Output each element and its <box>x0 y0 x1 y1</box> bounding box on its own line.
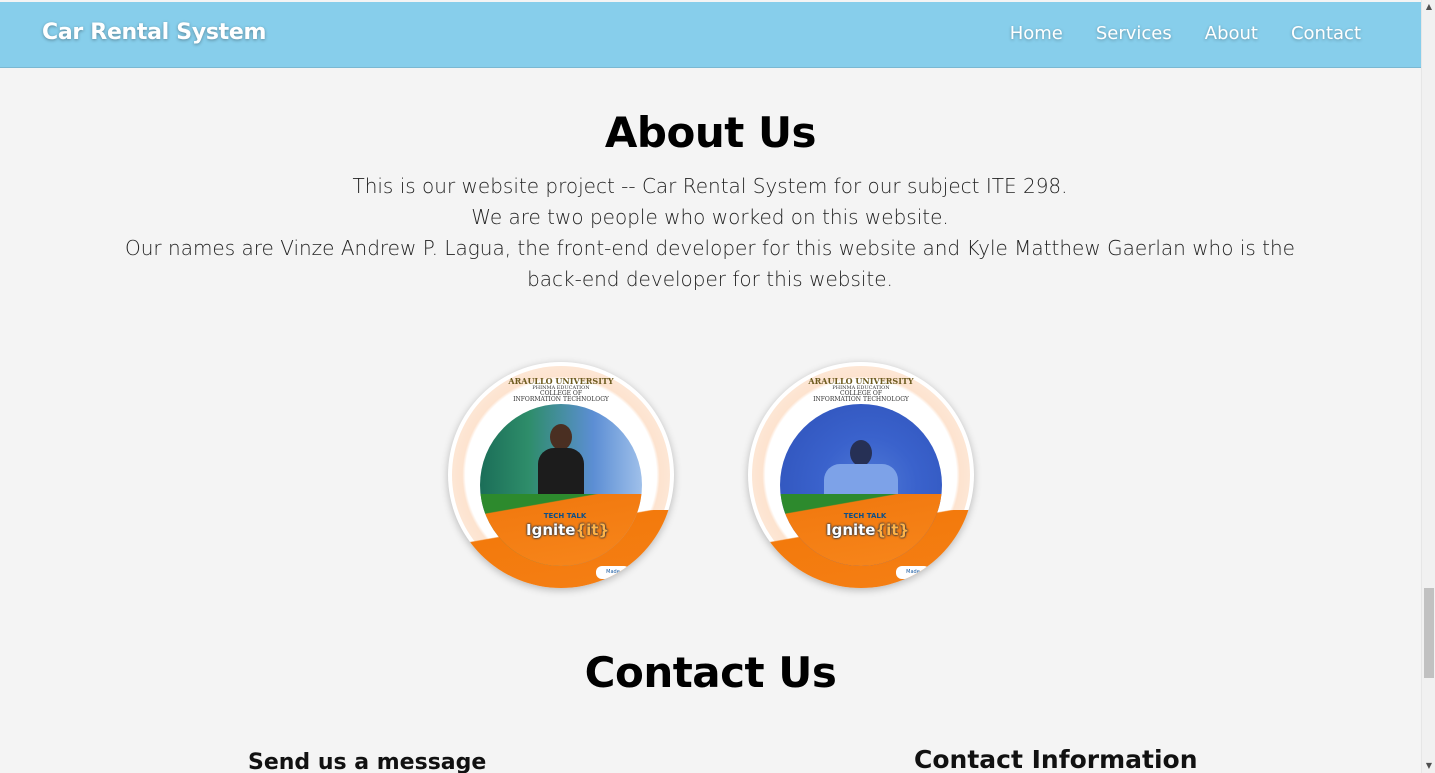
nav-link-home[interactable]: Home <box>1010 23 1063 44</box>
page: Car Rental System Home Services About Co… <box>0 0 1421 773</box>
badge-brace: {it} <box>875 521 910 539</box>
frame-sub3: INFORMATION TECHNOLOGY <box>813 396 909 403</box>
badge-small-text: TECH TALK <box>843 512 887 520</box>
contact-title: Contact Us <box>584 648 837 697</box>
nav-link-about[interactable]: About <box>1205 23 1258 44</box>
nav-link-services[interactable]: Services <box>1096 23 1172 44</box>
photo-tag: Made <box>596 566 630 579</box>
about-line-1: This is our website project -- Car Renta… <box>352 174 1068 198</box>
badge-brace: {it} <box>575 521 610 539</box>
ignite-it-badge: TECH TALK Ignite{it} <box>826 512 909 542</box>
badge-small-text: TECH TALK <box>543 512 587 520</box>
ignite-it-badge: TECH TALK Ignite{it} <box>526 512 609 542</box>
vertical-scrollbar[interactable]: ▲ ▼ <box>1421 0 1435 773</box>
nav-links: Home Services About Contact <box>1010 23 1361 44</box>
about-line-3: Our names are Vinze Andrew P. Lagua, the… <box>125 236 1295 291</box>
scroll-down-arrow-icon[interactable]: ▼ <box>1422 759 1435 773</box>
about-description: This is our website project -- Car Renta… <box>100 171 1320 295</box>
frame-sub3: INFORMATION TECHNOLOGY <box>513 396 609 403</box>
badge-word: Ignite <box>826 521 876 539</box>
navbar: Car Rental System Home Services About Co… <box>0 2 1421 68</box>
frame-university: ARAULLO UNIVERSITY <box>508 376 614 386</box>
scroll-up-arrow-icon[interactable]: ▲ <box>1422 0 1435 14</box>
photo-tag: Made <box>896 566 930 579</box>
contact-info-heading: Contact Information <box>914 745 1198 773</box>
nav-link-contact[interactable]: Contact <box>1291 23 1361 44</box>
photo-frame-title: ARAULLO UNIVERSITY PHINMA EDUCATION COLL… <box>448 377 674 403</box>
badge-big-text: Ignite{it} <box>526 521 609 539</box>
badge-big-text: Ignite{it} <box>826 521 909 539</box>
scrollbar-thumb[interactable] <box>1424 588 1434 678</box>
about-line-2: We are two people who worked on this web… <box>471 205 949 229</box>
team-photo-back-end: ARAULLO UNIVERSITY PHINMA EDUCATION COLL… <box>748 362 974 588</box>
send-message-heading: Send us a message <box>248 750 487 773</box>
frame-university: ARAULLO UNIVERSITY <box>808 376 914 386</box>
team-photo-front-end: ARAULLO UNIVERSITY PHINMA EDUCATION COLL… <box>448 362 674 588</box>
person-head <box>550 424 572 450</box>
badge-word: Ignite <box>526 521 576 539</box>
person-head <box>850 440 872 466</box>
photo-frame-title: ARAULLO UNIVERSITY PHINMA EDUCATION COLL… <box>748 377 974 403</box>
brand-logo[interactable]: Car Rental System <box>42 20 266 45</box>
about-title: About Us <box>604 108 817 157</box>
